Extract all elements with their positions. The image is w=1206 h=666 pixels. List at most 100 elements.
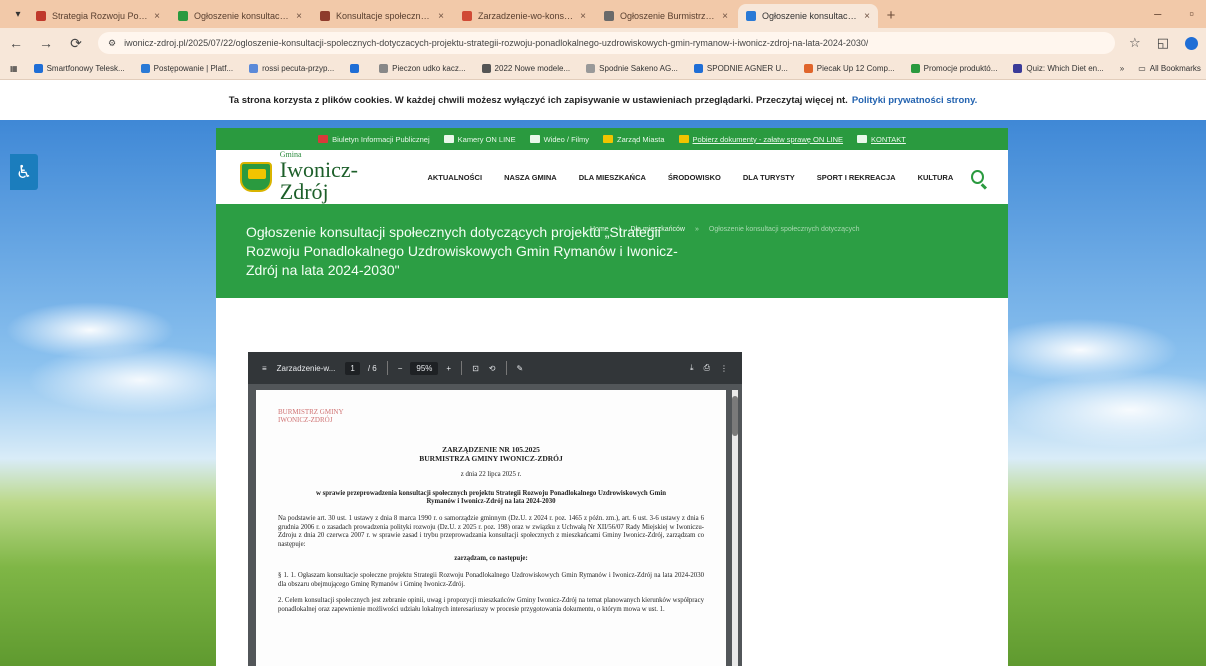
bookmark-item[interactable]: Spodnie Sakeno AG... [586,64,678,73]
bookmark-item[interactable]: rossi pecuta-przyp... [249,64,334,73]
tab-close-icon[interactable]: × [864,11,870,22]
minimize-icon[interactable]: – [1154,6,1161,21]
all-bookmarks-button[interactable]: ▭ All Bookmarks [1138,64,1201,73]
nav-item[interactable]: DLA MIESZKAŃCA [579,173,646,182]
tab-favicon-icon [320,11,330,21]
more-bookmarks-icon[interactable]: » [1120,64,1124,73]
pdf-scrollbar[interactable] [732,390,738,666]
bookmark-label: Piecak Up 12 Comp... [816,64,895,73]
utility-link[interactable]: Pobierz dokumenty - załatw sprawę ON LIN… [678,135,843,144]
toolbar-divider [386,361,388,375]
pdf-page: BURMISTRZ GMINY IWONICZ-ZDRÓJ ZARZĄDZENI… [256,390,726,666]
top-utility-bar: Biuletyn Informacji Publicznej Kamery ON … [216,128,1008,150]
bookmark-item[interactable]: Promocje produktó... [910,64,997,73]
pdf-toolbar: ≡ Zarzadzenie-w... 1 / 6 − 95% + ⊡ ⟲ ✎ ⤓… [248,352,742,384]
bookmark-item[interactable]: Postępowanie | Platf... [140,64,233,73]
pdf-viewer[interactable]: ≡ Zarzadzenie-w... 1 / 6 − 95% + ⊡ ⟲ ✎ ⤓… [248,352,742,666]
bookmark-item[interactable]: Quiz: Which Diet en... [1013,64,1104,73]
reload-icon[interactable]: ⟳ [68,35,84,52]
breadcrumb: Home | Dla mieszkańców » Ogłoszenie kons… [590,226,859,233]
official-stamp: BURMISTRZ GMINY IWONICZ-ZDRÓJ [278,408,344,424]
bookmark-favicon-icon [481,64,491,73]
site-info-icon[interactable]: ⚙ [108,38,116,49]
document-date: z dnia 22 lipca 2025 r. [460,471,522,479]
browser-tab[interactable]: Strategia Rozwoju Ponadlokalnego × [28,4,168,28]
search-icon[interactable] [971,170,984,184]
bookmark-item[interactable] [350,64,363,73]
pdf-page-input[interactable]: 1 [345,361,360,375]
utility-link[interactable]: Wideo / Filmy [529,135,589,144]
zoom-in-icon[interactable]: + [446,364,451,373]
address-bar-row: ← → ⟳ ⚙ iwonicz-zdroj.pl/2025/07/22/oglo… [0,28,1206,58]
privacy-policy-link[interactable]: Polityki prywatności strony. [852,95,977,106]
print-icon[interactable]: ⎙ [704,363,710,373]
new-tab-button[interactable]: + [880,4,902,26]
window-controls: – ▫ [1154,6,1194,21]
nav-item[interactable]: NASZA GMINA [504,173,557,182]
browser-tab[interactable]: Konsultacje społeczne Rymanów × [312,4,452,28]
tab-title: Ogłoszenie konsultacji społecznych [762,11,859,21]
document-paragraph: § 1. 1. Ogłaszam konsultacje społeczne p… [278,571,704,588]
bookmark-item[interactable]: Pieczon udko kacz... [379,64,466,73]
extensions-icon[interactable]: ◱ [1157,35,1169,51]
tab-close-icon[interactable]: × [580,11,586,22]
fit-page-icon[interactable]: ⊡ [472,364,479,373]
tab-favicon-icon [178,11,188,21]
back-icon[interactable]: ← [8,35,24,51]
utility-icon [443,135,454,143]
pdf-scroll-thumb[interactable] [732,396,738,436]
utility-link[interactable]: Biuletyn Informacji Publicznej [318,135,430,144]
tab-title: Konsultacje społeczne Rymanów [336,11,432,21]
bookmark-favicon-icon [140,64,150,73]
pdf-menu-icon[interactable]: ≡ [262,364,267,373]
nav-item[interactable]: DLA TURYSTY [743,173,795,182]
more-options-icon[interactable]: ⋮ [720,364,728,373]
rotate-icon[interactable]: ⟲ [489,364,496,373]
tab-title: Ogłoszenie Burmistrza Gminy [620,11,716,21]
tab-favicon-icon [462,11,472,21]
tab-search-icon[interactable]: ▾ [8,4,28,24]
utility-link[interactable]: KONTAKT [857,135,906,144]
bookmark-item[interactable]: 2022 Nowe modele... [481,64,570,73]
browser-tab[interactable]: Ogłoszenie Burmistrza Gminy × [596,4,736,28]
logo-text: Gmina Iwonicz-Zdrój [280,151,398,203]
tab-close-icon[interactable]: × [296,11,302,22]
tab-title: Strategia Rozwoju Ponadlokalnego [52,11,149,21]
tab-favicon-icon [604,11,614,21]
apps-grid-icon[interactable]: ▦ [10,64,18,73]
url-field[interactable]: ⚙ iwonicz-zdroj.pl/2025/07/22/ogloszenie… [98,32,1116,54]
bookmark-item[interactable]: Smartfonowy Telesk... [33,64,125,73]
browser-tab[interactable]: Ogłoszenie konsultacji społecznych × [738,4,878,28]
accessibility-icon[interactable]: ♿ [10,154,38,190]
annotate-icon[interactable]: ✎ [517,364,524,373]
bookmark-favicon-icon [586,64,596,73]
breadcrumb-section[interactable]: Dla mieszkańców [631,226,685,233]
nav-item[interactable]: AKTUALNOŚCI [427,173,482,182]
browser-tab[interactable]: Ogłoszenie konsultacji społecznych × [170,4,310,28]
restore-icon[interactable]: ▫ [1189,6,1194,21]
tab-close-icon[interactable]: × [154,11,160,22]
main-navigation: AKTUALNOŚCI NASZA GMINA DLA MIESZKAŃCA ŚROD… [427,173,953,182]
site-logo[interactable]: Gmina Iwonicz-Zdrój [240,151,397,203]
tab-close-icon[interactable]: × [722,11,728,22]
utility-link[interactable]: Kamery ON LINE [443,135,516,144]
forward-icon[interactable]: → [38,35,54,51]
breadcrumb-home[interactable]: Home [590,226,609,233]
utility-link[interactable]: Zarząd Miasta [603,135,665,144]
pdf-zoom-input[interactable]: 95% [410,361,439,375]
browser-tab[interactable]: Zarzadzenie-wo-konsultacji.pdf × [454,4,594,28]
pdf-zoom-control: − 95% + [398,361,451,375]
profile-avatar[interactable] [1185,36,1198,50]
nav-item[interactable]: ŚRODOWISKO [668,173,721,182]
download-icon[interactable]: ⤓ [690,363,694,373]
tab-title: Zarzadzenie-wo-konsultacji.pdf [478,11,574,21]
bookmark-item[interactable]: Piecak Up 12 Comp... [803,64,895,73]
bookmarks-bar: ▦ Smartfonowy Telesk... Postępowanie | Pl… [0,58,1206,80]
tab-close-icon[interactable]: × [438,11,444,22]
nav-item[interactable]: KULTURA [918,173,954,182]
document-subject: w sprawie przeprowadzenia konsultacji sp… [315,489,667,506]
zoom-out-icon[interactable]: − [398,364,403,373]
bookmark-item[interactable]: SPODNIE AGNER U... [693,64,788,73]
nav-item[interactable]: SPORT I REKREACJA [817,173,896,182]
bookmark-star-icon[interactable]: ☆ [1129,35,1141,51]
